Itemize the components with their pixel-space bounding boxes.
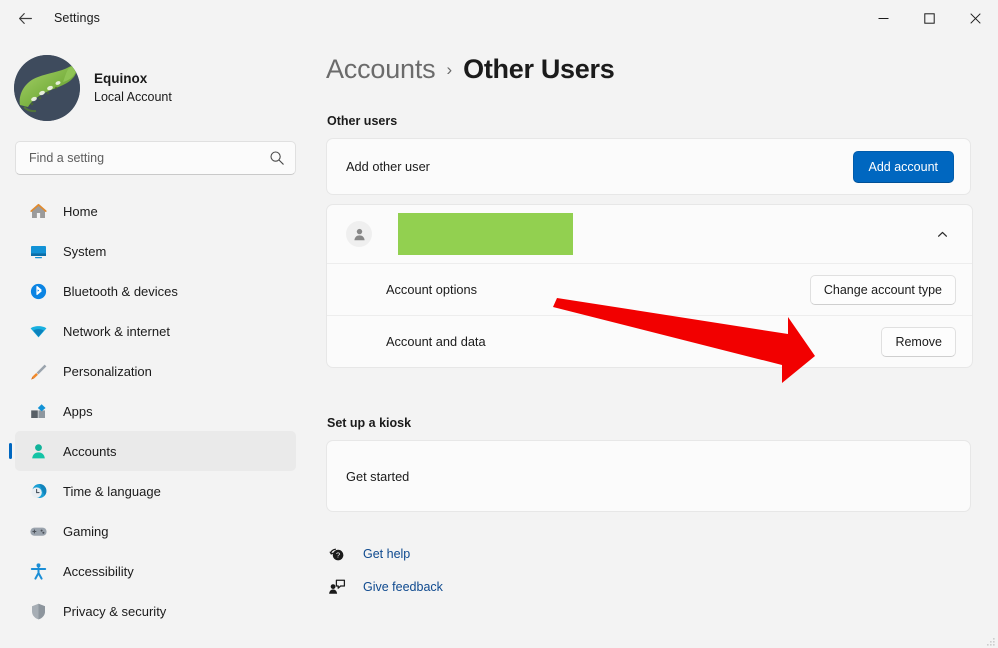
sidebar-nav: Home System Bluetooth & devices Network … [0,191,320,631]
sidebar-item-accounts[interactable]: Accounts [15,431,296,471]
page-title: Other Users [463,54,615,84]
avatar [14,55,80,121]
resize-grip[interactable] [984,634,996,646]
search-icon [269,150,285,166]
window-controls [860,0,998,36]
account-options-label: Account options [386,282,478,297]
minimize-button[interactable] [860,0,906,36]
sidebar-item-accessibility[interactable]: Accessibility [15,551,296,591]
help-icon: ? [327,544,347,564]
search-box[interactable] [15,141,296,175]
back-button[interactable] [8,2,42,34]
sidebar-item-label: Personalization [63,363,152,379]
sidebar-item-personalization[interactable]: Personalization [15,351,296,391]
user-account-card: Account options Change account type Acco… [326,204,973,368]
sidebar-item-label: Home [63,203,98,219]
sidebar-item-system[interactable]: System [15,231,296,271]
give-feedback-label: Give feedback [363,580,443,594]
kiosk-card[interactable]: Get started [326,440,971,512]
account-and-data-row: Account and data Remove [327,315,972,367]
clock-icon [27,480,49,502]
sidebar-item-label: Network & internet [63,323,170,339]
sidebar-item-label: Privacy & security [63,603,167,619]
sidebar: Equinox Local Account Find a setting Hom… [0,36,320,648]
sidebar-item-privacy-security[interactable]: Privacy & security [15,591,296,631]
sidebar-item-label: Gaming [63,523,109,539]
user-account-header[interactable] [327,205,972,263]
sidebar-item-gaming[interactable]: Gaming [15,511,296,551]
svg-text:?: ? [336,551,340,560]
sidebar-item-label: Accessibility [63,563,134,579]
get-help-label: Get help [363,547,411,561]
sidebar-item-bluetooth[interactable]: Bluetooth & devices [15,271,296,311]
sidebar-item-label: Bluetooth & devices [63,283,178,299]
account-options-row: Account options Change account type [327,263,972,315]
accessibility-icon [27,560,49,582]
window-title: Settings [54,11,100,25]
system-icon [27,240,49,262]
remove-button[interactable]: Remove [881,326,956,357]
sidebar-item-label: Time & language [63,483,161,499]
shield-icon [27,600,49,622]
accounts-icon [27,440,49,462]
add-other-user-card: Add other user Add account [326,138,971,195]
maximize-button[interactable] [906,0,952,36]
sidebar-item-label: Accounts [63,443,117,459]
profile-block[interactable]: Equinox Local Account [14,55,172,121]
profile-account-type: Local Account [94,89,172,104]
sidebar-item-network[interactable]: Network & internet [15,311,296,351]
profile-name: Equinox [94,70,148,86]
main-content: Accounts › Other Users Other users Add o… [320,36,998,648]
title-bar: Settings [0,0,998,36]
apps-icon [27,400,49,422]
feedback-icon [327,577,347,597]
account-and-data-label: Account and data [386,334,486,349]
breadcrumb: Accounts › Other Users [326,54,615,85]
get-help-link[interactable]: ? Get help [327,544,410,564]
add-other-user-label: Add other user [346,159,430,174]
gamepad-icon [27,520,49,542]
sidebar-item-label: System [63,243,107,259]
person-icon [346,221,372,247]
search-input[interactable] [29,151,269,165]
close-button[interactable] [952,0,998,36]
sidebar-item-apps[interactable]: Apps [15,391,296,431]
bluetooth-icon [27,280,49,302]
sidebar-item-label: Apps [63,403,93,419]
change-account-type-button[interactable]: Change account type [809,274,956,305]
kiosk-get-started-label: Get started [346,468,410,484]
breadcrumb-parent[interactable]: Accounts [326,54,436,85]
give-feedback-link[interactable]: Give feedback [327,577,443,597]
sidebar-item-home[interactable]: Home [15,191,296,231]
chevron-up-icon[interactable] [928,220,956,248]
home-icon [27,200,49,222]
paintbrush-icon [27,360,49,382]
breadcrumb-separator-icon: › [446,60,453,79]
network-icon [27,320,49,342]
settings-window: Settings Equinox Local Account Find a se… [0,0,998,648]
other-users-section-label: Other users [327,114,398,128]
add-account-button[interactable]: Add account [852,150,954,183]
redacted-username [398,213,573,255]
sidebar-item-time-language[interactable]: Time & language [15,471,296,511]
kiosk-section-label: Set up a kiosk [327,416,412,430]
